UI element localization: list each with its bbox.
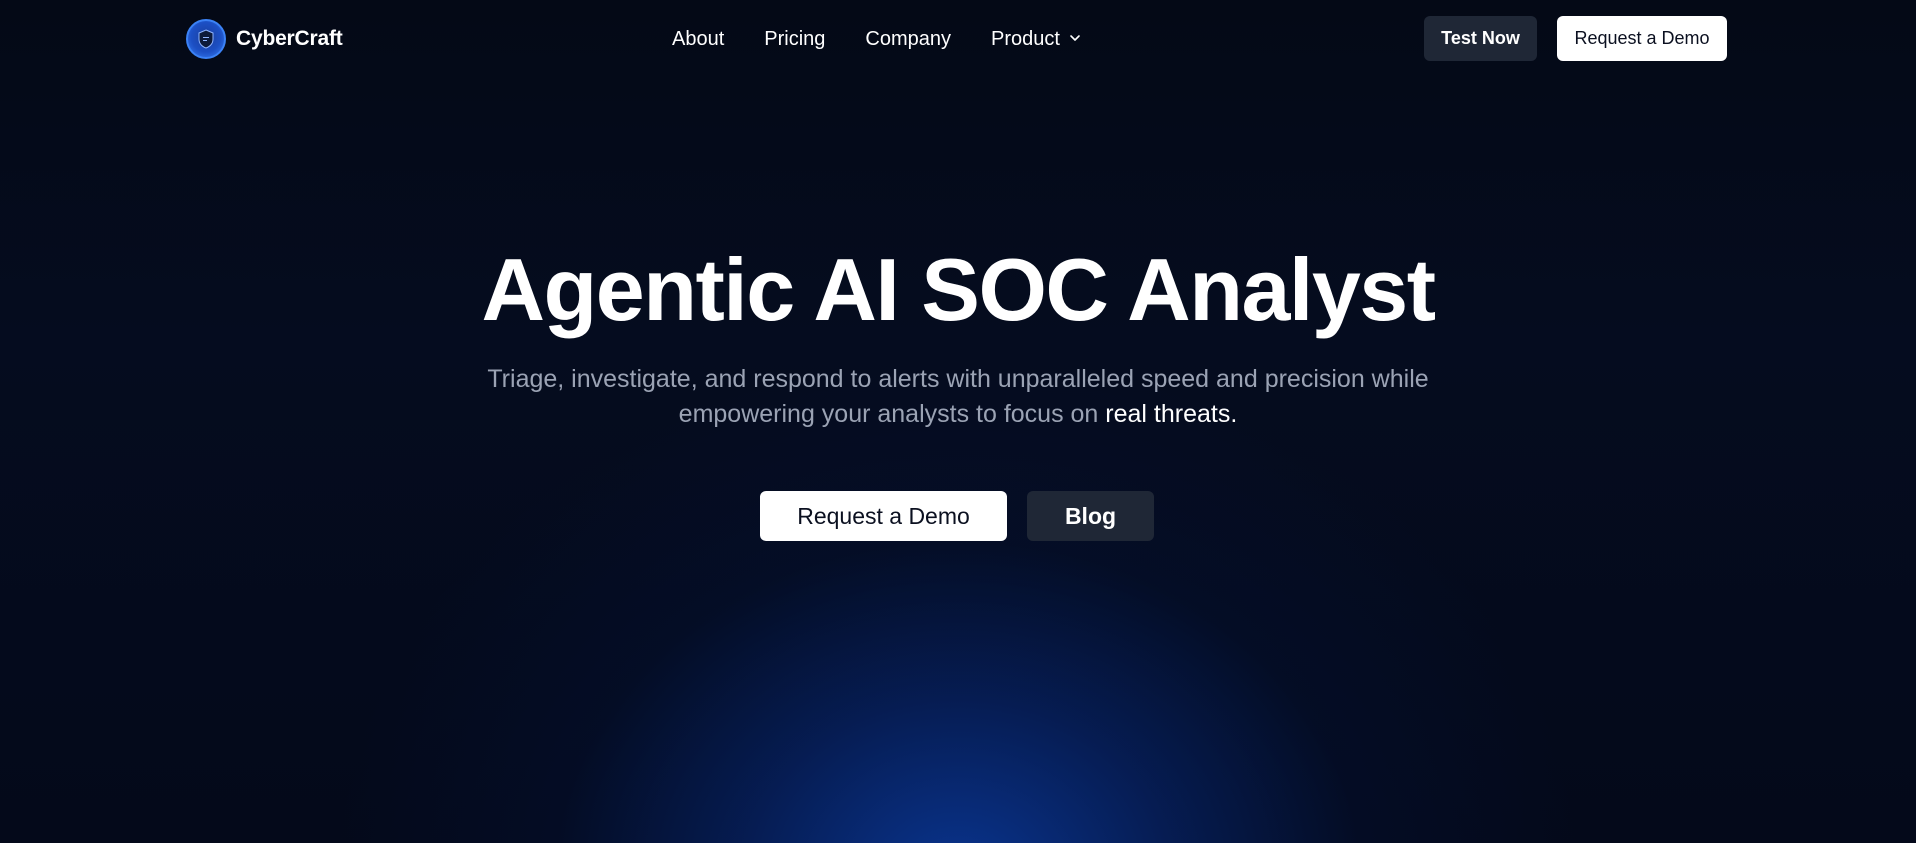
top-navbar: CyberCraft About Pricing Company Product… [0, 0, 1916, 78]
main-nav: About Pricing Company Product [672, 24, 1082, 54]
nav-link-pricing[interactable]: Pricing [764, 28, 825, 51]
nav-link-about[interactable]: About [672, 28, 724, 51]
hero-title: Agentic AI SOC Analyst [481, 240, 1436, 339]
brand-name: CyberCraft [236, 27, 343, 50]
hero-subtitle-highlight: real threats. [1105, 400, 1238, 428]
nav-link-product[interactable]: Product [991, 28, 1082, 51]
test-now-button[interactable]: Test Now [1424, 16, 1537, 61]
request-demo-nav-button[interactable]: Request a Demo [1557, 16, 1727, 61]
nav-link-product-label: Product [991, 27, 1060, 50]
brand-logo[interactable]: CyberCraft [186, 18, 343, 60]
hero-subtitle-line1: Triage, investigate, and respond to aler… [487, 365, 1429, 393]
hero-subtitle-line2: empowering your analysts to focus on [678, 400, 1106, 428]
blog-button[interactable]: Blog [1027, 491, 1154, 541]
shield-logo-icon [186, 19, 226, 59]
chevron-down-icon [1068, 28, 1082, 51]
request-demo-hero-button[interactable]: Request a Demo [760, 491, 1007, 541]
nav-link-company[interactable]: Company [865, 28, 951, 51]
hero-subtitle: Triage, investigate, and respond to aler… [458, 362, 1458, 432]
